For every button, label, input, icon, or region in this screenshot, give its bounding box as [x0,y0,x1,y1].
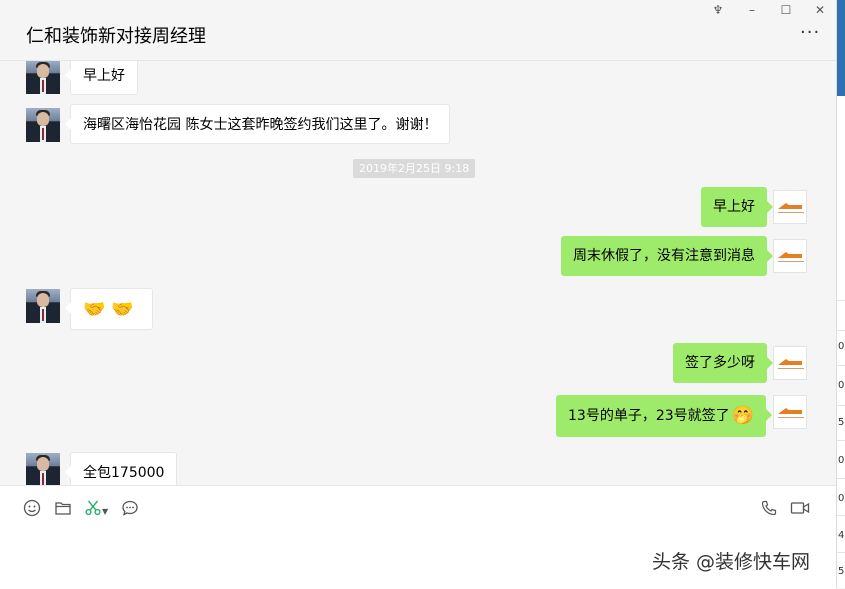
handshake-emoji-icon: 🤝 🤝 [83,299,134,320]
message-bubble-incoming[interactable]: 海曙区海怡花园 陈女士这套昨晚签约我们这里了。谢谢！ [64,104,451,144]
my-avatar[interactable] [773,346,807,380]
maximize-button[interactable]: ☐ [776,3,796,17]
avatar[interactable] [26,108,60,142]
pin-icon[interactable]: ♆ [708,3,728,17]
message-bubble-outgoing[interactable]: 周末休假了，没有注意到消息 [561,236,773,276]
chat-title: 仁和装饰新对接周经理 [26,26,206,47]
message-list[interactable]: 早上好 海曙区海怡花园 陈女士这套昨晚签约我们这里了。谢谢！ 2019年2月25… [0,61,836,485]
video-call-icon[interactable] [789,499,811,521]
avatar[interactable] [26,61,60,94]
message-timestamp: 2019年2月25日 9:18 [353,159,476,178]
chat-history-icon[interactable] [119,499,141,521]
chat-window: 仁和装饰新对接周经理 ♆ – ☐ ✕ ··· 早上好 海曙区海怡花园 陈女士这套… [0,0,836,589]
side-panel-text: 0 [838,380,845,391]
my-avatar[interactable] [773,395,807,429]
message-bubble-incoming[interactable]: 全包175000 [64,452,178,485]
watermark: 头条 @装修快车网 [652,551,811,573]
side-panel-text: 58 [838,566,845,577]
side-panel-text: 48 [838,530,845,541]
avatar[interactable] [26,289,60,323]
message-bubble-outgoing[interactable]: 签了多少呀 [673,343,773,383]
side-panel-text: 08 [838,493,845,504]
background-panel [837,0,845,96]
emoji-icon[interactable] [21,499,43,521]
more-options-icon[interactable]: ··· [800,22,820,43]
minimize-button[interactable]: – [742,3,762,17]
scissors-icon[interactable] [82,499,104,521]
side-panel-text: 02 [838,341,845,352]
side-panel-text: 59 [838,417,845,428]
avatar[interactable] [26,453,60,485]
phone-icon[interactable] [758,499,780,521]
message-bubble-outgoing[interactable]: 13号的单子，23号就签了 🤭 [556,395,773,437]
chevron-down-icon[interactable]: ▼ [102,507,108,516]
message-bubble-incoming[interactable]: 🤝 🤝 [65,288,153,330]
my-avatar[interactable] [773,190,807,224]
covering-mouth-emoji-icon: 🤭 [731,405,755,426]
side-panel-text: 01 [838,455,845,466]
background-window-strip: 02 0 59 01 08 48 58 [836,0,845,588]
message-bubble-outgoing[interactable]: 早上好 [701,187,773,227]
close-button[interactable]: ✕ [810,3,830,17]
my-avatar[interactable] [773,239,807,273]
message-bubble-incoming[interactable]: 早上好 [65,61,138,95]
message-text: 13号的单子，23号就签了 [568,408,730,424]
chat-header: 仁和装饰新对接周经理 ♆ – ☐ ✕ ··· [0,0,836,61]
folder-icon[interactable] [52,499,74,521]
